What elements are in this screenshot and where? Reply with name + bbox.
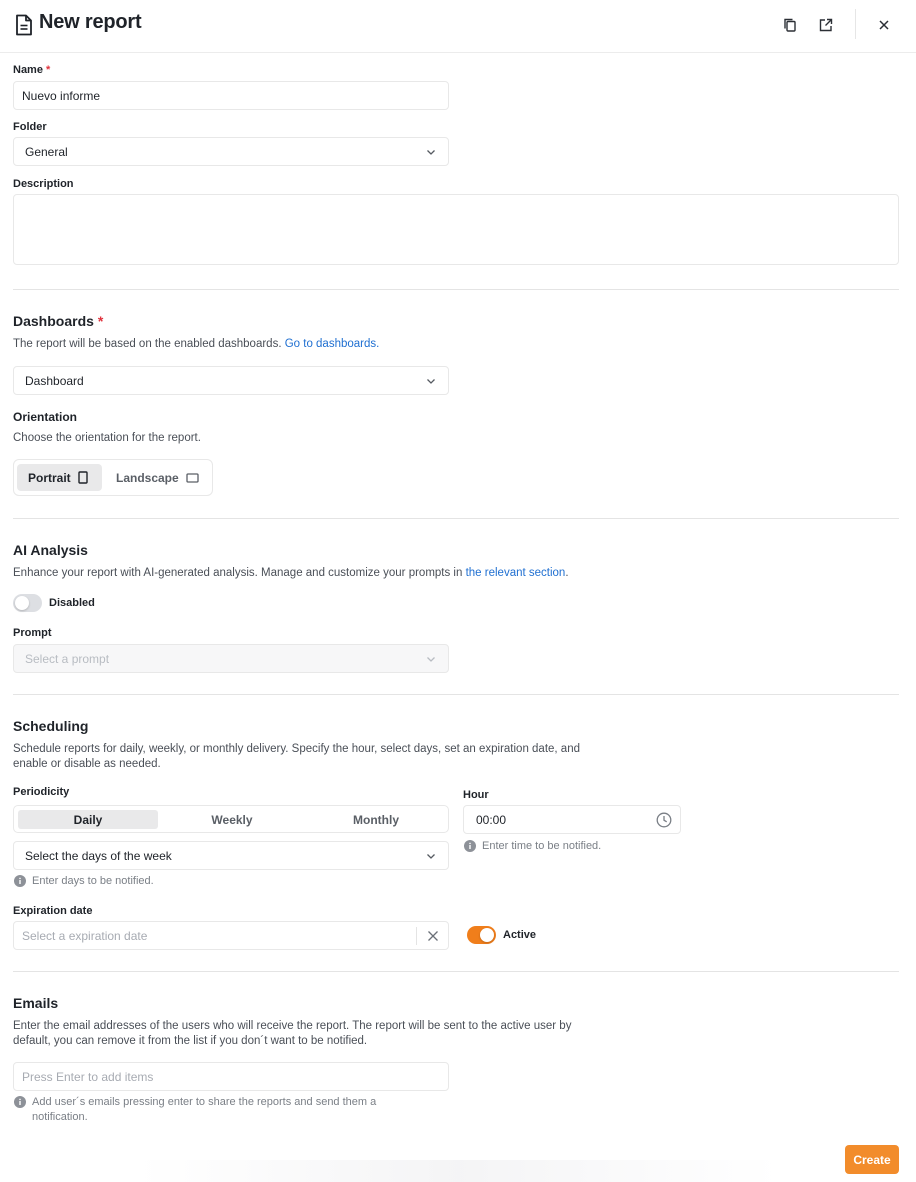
copy-button[interactable] — [779, 14, 801, 36]
relevant-section-link[interactable]: the relevant section — [466, 567, 566, 579]
emails-input-placeholder: Press Enter to add items — [22, 1069, 154, 1084]
name-input[interactable]: Nuevo informe — [13, 81, 449, 110]
ai-analysis-title: AI Analysis — [13, 542, 88, 558]
periodicity-label: Periodicity — [13, 786, 70, 798]
info-icon — [464, 840, 476, 852]
orientation-label: Orientation — [13, 410, 78, 424]
emails-input[interactable]: Press Enter to add items — [13, 1062, 449, 1091]
landscape-icon — [186, 472, 199, 483]
name-input-value: Nuevo informe — [22, 88, 101, 103]
scheduling-title: Scheduling — [13, 718, 89, 734]
create-button[interactable]: Create — [845, 1145, 899, 1174]
section-divider — [13, 289, 899, 290]
folder-label: Folder — [13, 121, 47, 133]
periodicity-daily[interactable]: Daily — [18, 810, 158, 829]
emails-description-line2: default, you can remove it from the list… — [13, 1035, 368, 1047]
prompt-select[interactable]: Select a prompt — [13, 644, 449, 673]
info-icon — [14, 875, 26, 887]
ai-analysis-toggle[interactable] — [13, 594, 42, 612]
emails-description-line1: Enter the email addresses of the users w… — [13, 1020, 572, 1032]
open-external-icon — [819, 18, 833, 32]
emails-title: Emails — [13, 995, 59, 1011]
prompt-select-placeholder: Select a prompt — [25, 651, 110, 666]
orientation-landscape-option[interactable]: Landscape — [110, 464, 210, 491]
clear-icon[interactable] — [427, 930, 439, 942]
toggle-knob — [480, 928, 494, 942]
section-divider — [13, 518, 899, 519]
chevron-down-icon — [427, 656, 435, 662]
hour-hint: Enter time to be notified. — [464, 839, 601, 854]
emails-hint: Add user´s emails pressing enter to shar… — [14, 1095, 376, 1125]
go-to-dashboards-link[interactable]: Go to dashboards. — [285, 338, 380, 350]
dashboards-title: Dashboards * — [13, 313, 104, 329]
expiration-date-label: Expiration date — [13, 905, 93, 917]
clock-icon[interactable] — [656, 812, 672, 828]
toggle-knob — [15, 596, 29, 610]
portrait-icon — [77, 471, 88, 484]
dashboards-description: The report will be based on the enabled … — [13, 338, 380, 350]
folder-select-value: General — [25, 144, 68, 159]
header-divider — [855, 9, 856, 39]
hour-label: Hour — [463, 789, 489, 801]
orientation-description: Choose the orientation for the report. — [13, 432, 201, 444]
description-label: Description — [13, 178, 74, 190]
dashboard-select[interactable]: Dashboard — [13, 366, 449, 395]
days-of-week-placeholder: Select the days of the week — [25, 848, 172, 863]
prompt-label: Prompt — [13, 627, 52, 639]
active-toggle-label: Active — [503, 929, 537, 941]
section-divider — [13, 694, 899, 695]
scheduling-description-line1: Schedule reports for daily, weekly, or m… — [13, 743, 580, 755]
ai-analysis-description: Enhance your report with AI-generated an… — [13, 567, 569, 579]
hour-input[interactable]: 00:00 — [463, 805, 681, 834]
page-title: New report — [39, 11, 142, 33]
hour-input-value: 00:00 — [476, 812, 507, 827]
copy-icon — [784, 18, 796, 32]
active-toggle[interactable] — [467, 926, 496, 944]
expiration-date-input[interactable]: Select a expiration date — [13, 921, 449, 950]
name-label: Name * — [13, 64, 51, 76]
dialog-header: New report — [0, 0, 916, 53]
footer-shadow — [0, 1160, 916, 1182]
section-divider — [13, 971, 899, 972]
periodicity-toggle-group: Daily Weekly Monthly — [13, 805, 449, 833]
ai-analysis-toggle-label: Disabled — [49, 597, 95, 609]
document-icon — [16, 14, 32, 36]
close-button[interactable] — [873, 14, 895, 36]
chevron-down-icon — [427, 149, 435, 155]
close-icon — [879, 20, 889, 30]
description-textarea[interactable] — [13, 194, 899, 265]
orientation-portrait-label: Portrait — [28, 470, 71, 485]
expiration-date-placeholder: Select a expiration date — [22, 928, 148, 943]
open-external-button[interactable] — [815, 14, 837, 36]
dashboard-select-value: Dashboard — [25, 373, 84, 388]
orientation-toggle-group: Portrait Landscape — [13, 459, 213, 496]
chevron-down-icon — [427, 378, 435, 384]
folder-select[interactable]: General — [13, 137, 449, 166]
days-of-week-select[interactable]: Select the days of the week — [13, 841, 449, 870]
scheduling-description-line2: enable or disable as needed. — [13, 758, 161, 770]
orientation-portrait-option[interactable]: Portrait — [17, 464, 102, 491]
periodicity-monthly[interactable]: Monthly — [306, 810, 446, 829]
orientation-landscape-label: Landscape — [116, 470, 179, 485]
chevron-down-icon — [427, 853, 435, 859]
input-divider — [416, 927, 417, 945]
periodicity-weekly[interactable]: Weekly — [162, 810, 302, 829]
days-hint: Enter days to be notified. — [14, 874, 154, 889]
info-icon — [14, 1096, 26, 1108]
